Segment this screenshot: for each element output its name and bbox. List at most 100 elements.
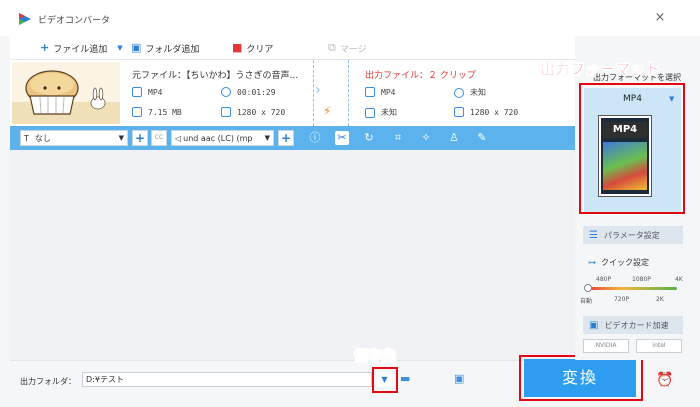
text-icon: T: [24, 133, 29, 143]
file-list-area[interactable]: [10, 150, 575, 360]
folder-icon: [365, 107, 375, 118]
dest-resolution: 1280 x 720: [454, 107, 518, 117]
video-format-icon: [365, 87, 375, 97]
source-size: 7.15 MB: [132, 107, 182, 117]
quality-1080p-label: 1080P: [632, 276, 651, 283]
source-format-value: MP4: [148, 87, 163, 97]
close-icon[interactable]: ×: [652, 10, 668, 26]
output-file-label: 出力ファイル：２ クリップ: [365, 71, 476, 81]
scissors-icon[interactable]: ✂: [335, 131, 349, 145]
open-folder-icon[interactable]: ▬: [400, 373, 414, 385]
parameter-settings-label: パラメータ設定: [603, 230, 660, 240]
quality-4k-label: 4K: [675, 276, 683, 283]
file-row[interactable]: 元ファイル：【ちいかわ】うさぎの音声... MP4 00:01:29 7.15 …: [10, 60, 575, 126]
dest-duration-value: 未知: [470, 88, 486, 97]
format-highlight: [579, 83, 685, 214]
crop-icon[interactable]: ⌗: [391, 131, 405, 145]
sliders-icon: ☰: [589, 229, 598, 241]
trash-icon: ■: [232, 41, 243, 54]
info-icon[interactable]: ⓘ: [308, 131, 322, 145]
merge-button[interactable]: ⧉ マージ: [328, 41, 367, 55]
merge-icon: ⧉: [328, 41, 336, 54]
rotate-icon[interactable]: ↻: [362, 131, 376, 145]
quality-480p-label: 480P: [596, 276, 612, 283]
quality-2k-label: 2K: [656, 296, 664, 303]
clear-label: クリア: [246, 44, 274, 55]
audio-track-select[interactable]: ◁ und aac (LC) (mp ▼: [171, 130, 274, 146]
clock-icon: [454, 87, 464, 98]
arrow-right-icon: ›: [315, 82, 321, 98]
app-logo-icon: [19, 13, 31, 25]
add-file-label: ファイル追加: [53, 44, 108, 55]
chevron-down-icon: ▼: [264, 134, 270, 142]
quality-720p-label: 720P: [614, 296, 630, 303]
video-format-icon: [132, 87, 142, 97]
source-format: MP4: [132, 87, 162, 97]
audio-track-value: und aac (LC) (mp: [183, 133, 253, 143]
dest-format-value: MP4: [381, 87, 396, 97]
output-folder-input[interactable]: D:¥テスト: [82, 372, 372, 387]
quality-slider-handle[interactable]: [584, 284, 592, 292]
folder-add-icon: ▣: [131, 41, 142, 54]
intel-badge: intel: [636, 339, 682, 353]
quick-settings: ⊶ クイック設定: [588, 257, 649, 268]
source-file-label: 元ファイル：【ちいかわ】うさぎの音声...: [132, 71, 299, 81]
convert-highlight: [519, 355, 643, 401]
window-title: ビデオコンバータ: [38, 16, 111, 26]
add-subtitle-button[interactable]: +: [132, 130, 148, 146]
parameter-settings-button[interactable]: ☰ パラメータ設定: [583, 226, 683, 244]
dest-duration: 未知: [454, 87, 486, 98]
gpu-acceleration-button[interactable]: ▣ ビデオカード加速: [583, 316, 683, 334]
quality-auto-label: 自動: [580, 298, 593, 305]
thumbnail-image: [12, 62, 120, 124]
merge-label: マージ: [339, 44, 367, 55]
chevron-down-icon[interactable]: ▼: [117, 44, 122, 52]
alarm-clock-icon[interactable]: ⏰: [656, 372, 674, 388]
folder-icon: [132, 107, 142, 117]
divider-line-right: [348, 60, 349, 126]
bolt-icon: ⚡: [323, 104, 332, 118]
source-duration: 00:01:29: [221, 87, 276, 97]
dest-size: 未知: [365, 107, 397, 118]
divider-line-left: [313, 60, 314, 126]
clear-button[interactable]: ■ クリア: [232, 41, 273, 55]
speaker-icon: ◁: [175, 133, 182, 143]
clock-icon: [221, 87, 231, 97]
edit-icon[interactable]: ✎: [475, 131, 489, 145]
plus-icon: +: [40, 41, 50, 54]
cc-button[interactable]: CC: [151, 130, 167, 146]
subtitle-select[interactable]: T なし ▼: [20, 130, 128, 146]
save-location-callout: 保存先: [354, 349, 397, 366]
save-location-highlight: [372, 367, 398, 393]
output-format-callout: 出力フォーマット: [540, 60, 661, 79]
export-folder-icon[interactable]: ▣: [454, 373, 468, 385]
video-thumbnail[interactable]: [12, 62, 120, 124]
add-folder-label: フォルダ追加: [145, 44, 200, 55]
chip-icon: ▣: [589, 319, 599, 331]
source-duration-value: 00:01:29: [237, 87, 276, 97]
nvidia-badge: NVIDIA: [583, 339, 629, 353]
add-folder-button[interactable]: ▣ フォルダ追加: [131, 41, 199, 55]
resolution-icon: [221, 107, 231, 117]
dest-format: MP4: [365, 87, 395, 97]
dest-resolution-value: 1280 x 720: [470, 107, 519, 117]
app-window: ビデオコンバータ × + ファイル追加 ▼ ▣ フォルダ追加 ■ クリア ⧉ マ…: [0, 0, 700, 407]
chevron-down-icon: ▼: [118, 134, 124, 142]
toolbar: + ファイル追加 ▼ ▣ フォルダ追加 ■ クリア ⧉ マージ: [10, 36, 575, 60]
subtitle-value: なし: [34, 133, 51, 143]
source-resolution-value: 1280 x 720: [237, 107, 286, 117]
gpu-acceleration-label: ビデオカード加速: [604, 320, 669, 330]
source-resolution: 1280 x 720: [221, 107, 285, 117]
add-file-button[interactable]: + ファイル追加 ▼: [40, 41, 123, 55]
resolution-icon: [454, 107, 464, 117]
edit-toolbar: T なし ▼ + CC ◁ und aac (LC) (mp ▼ + ⓘ ✂ ↻…: [10, 126, 575, 150]
dest-size-value: 未知: [381, 108, 397, 117]
output-folder-label: 出力フォルダ：: [20, 377, 76, 386]
watermark-icon[interactable]: ♙: [447, 131, 461, 145]
quick-settings-icon: ⊶: [588, 258, 596, 267]
effects-icon[interactable]: ✧: [419, 131, 433, 145]
title-bar: ビデオコンバータ ×: [0, 0, 700, 36]
add-audio-button[interactable]: +: [278, 130, 294, 146]
quality-slider[interactable]: [585, 287, 677, 290]
conversion-divider: › ⚡: [310, 60, 350, 126]
